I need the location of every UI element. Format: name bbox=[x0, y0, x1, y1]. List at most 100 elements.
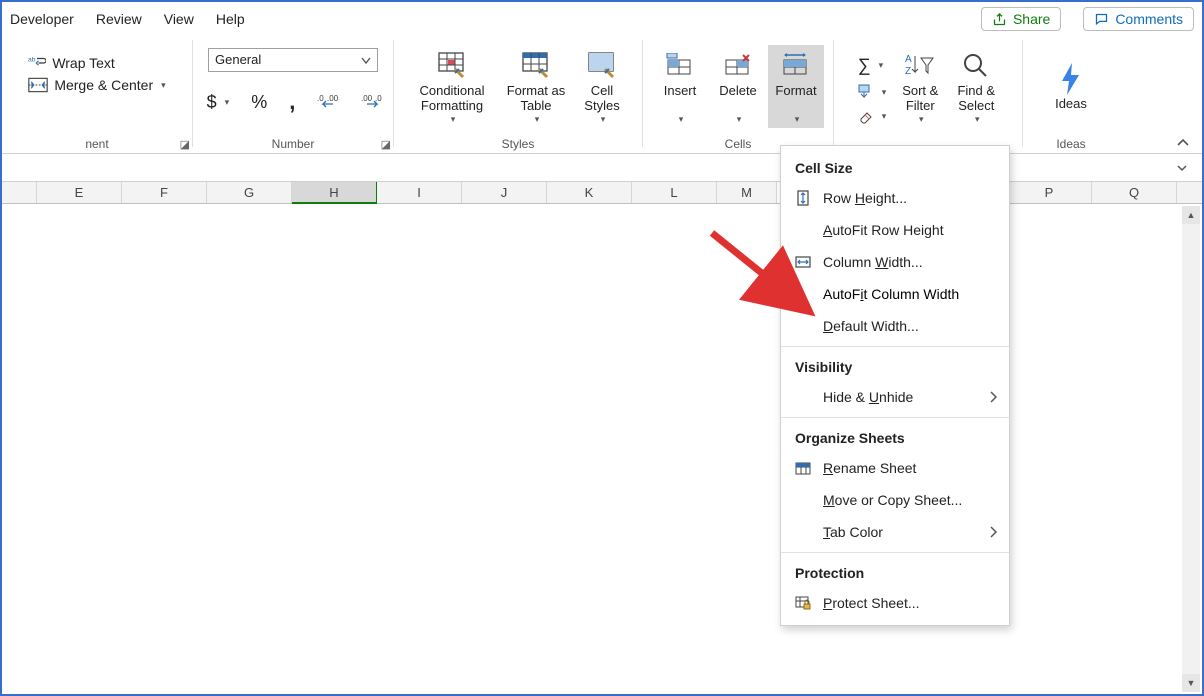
increase-decimal-button[interactable]: .0.00 bbox=[311, 90, 345, 114]
col-header[interactable]: J bbox=[462, 182, 547, 203]
sort-filter-label: Sort & Filter bbox=[896, 83, 944, 114]
col-header-selected[interactable]: H bbox=[292, 182, 377, 204]
merge-center-button[interactable]: Merge & Center ▾ bbox=[22, 74, 171, 96]
fill-button[interactable]: ▾ bbox=[852, 81, 893, 103]
group-ideas: Ideas Ideas bbox=[1023, 34, 1119, 153]
menu-move-copy-sheet[interactable]: Move or Copy Sheet... bbox=[781, 484, 1009, 516]
cell-styles-button[interactable]: Cell Styles ▾ bbox=[574, 45, 630, 129]
chevron-down-icon: ▾ bbox=[535, 114, 540, 125]
scroll-up-button[interactable]: ▲ bbox=[1182, 206, 1200, 224]
lightning-icon bbox=[1059, 62, 1083, 96]
group-editing: ∑▾ ▾ ▾ AZ Sort & Filter ▾ Find & Select … bbox=[834, 34, 1022, 153]
format-dropdown-menu: Cell Size Row Height... AutoFit Row Heig… bbox=[780, 145, 1010, 626]
sort-filter-icon: AZ bbox=[905, 49, 935, 83]
chevron-down-icon: ▾ bbox=[679, 114, 684, 125]
tab-help[interactable]: Help bbox=[216, 7, 245, 31]
wrap-text-icon: ab bbox=[28, 55, 46, 71]
col-header[interactable]: G bbox=[207, 182, 292, 203]
menu-label: Protect Sheet... bbox=[823, 595, 920, 611]
chevron-down-icon: ▾ bbox=[882, 87, 887, 98]
menu-protect-sheet[interactable]: Protect Sheet... bbox=[781, 587, 1009, 619]
share-button[interactable]: Share bbox=[981, 7, 1061, 31]
menu-label: Move or Copy Sheet... bbox=[823, 492, 962, 508]
autosum-button[interactable]: ∑▾ bbox=[852, 52, 893, 79]
cell-styles-label: Cell Styles bbox=[578, 83, 626, 114]
ribbon-body: ab Wrap Text Merge & Center ▾ nent ◪ Gen… bbox=[2, 34, 1202, 154]
col-header[interactable]: M bbox=[717, 182, 777, 203]
ideas-button[interactable]: Ideas bbox=[1043, 58, 1099, 116]
scroll-down-button[interactable]: ▼ bbox=[1182, 674, 1200, 692]
chevron-down-icon bbox=[1176, 163, 1188, 173]
find-select-label: Find & Select bbox=[952, 83, 1000, 114]
col-header[interactable]: P bbox=[1007, 182, 1092, 203]
svg-text:.00: .00 bbox=[361, 94, 373, 103]
menu-section-protection: Protection bbox=[781, 557, 1009, 587]
alignment-dialog-launcher[interactable]: ◪ bbox=[180, 138, 190, 151]
menu-label: Tab Color bbox=[823, 524, 883, 540]
conditional-formatting-button[interactable]: Conditional Formatting ▾ bbox=[406, 45, 498, 129]
column-headers: E F G H I J K L M P Q bbox=[2, 182, 1202, 204]
insert-cells-button[interactable]: Insert▾ bbox=[652, 45, 708, 129]
vertical-scrollbar[interactable]: ▲ ▼ bbox=[1182, 206, 1200, 692]
format-as-table-label: Format as Table bbox=[504, 83, 568, 114]
group-number: General $▾ % , .0.00 .00.0 Number ◪ bbox=[193, 34, 393, 153]
chevron-down-icon: ▾ bbox=[225, 97, 230, 108]
col-header[interactable]: K bbox=[547, 182, 632, 203]
sort-filter-button[interactable]: AZ Sort & Filter ▾ bbox=[892, 45, 948, 129]
tab-view[interactable]: View bbox=[164, 7, 194, 31]
worksheet-grid[interactable] bbox=[2, 206, 1202, 694]
col-header-blank[interactable] bbox=[2, 182, 37, 203]
col-header[interactable]: I bbox=[377, 182, 462, 203]
col-header[interactable]: L bbox=[632, 182, 717, 203]
group-label: Cells bbox=[725, 135, 752, 151]
formula-bar-expand[interactable] bbox=[1176, 163, 1188, 173]
menu-label: Column Width... bbox=[823, 254, 923, 270]
column-width-icon bbox=[795, 254, 813, 270]
menu-label: Row Height... bbox=[823, 190, 907, 206]
protect-sheet-icon bbox=[795, 595, 813, 611]
col-header[interactable]: Q bbox=[1092, 182, 1177, 203]
number-dialog-launcher[interactable]: ◪ bbox=[381, 138, 391, 151]
tab-developer[interactable]: Developer bbox=[10, 7, 74, 31]
comment-icon bbox=[1094, 12, 1109, 27]
format-cells-button[interactable]: Format▾ bbox=[768, 45, 824, 129]
menu-row-height[interactable]: Row Height... bbox=[781, 182, 1009, 214]
menu-autofit-column-width[interactable]: AutoFit Column Width bbox=[781, 278, 1009, 310]
find-select-icon bbox=[962, 49, 990, 83]
col-header[interactable]: E bbox=[37, 182, 122, 203]
decrease-decimal-button[interactable]: .00.0 bbox=[355, 90, 389, 114]
clear-button[interactable]: ▾ bbox=[852, 105, 893, 127]
svg-text:.0: .0 bbox=[317, 94, 324, 103]
group-label: nent bbox=[85, 135, 108, 151]
svg-text:.00: .00 bbox=[327, 94, 339, 103]
tab-review[interactable]: Review bbox=[96, 7, 142, 31]
percent-format-button[interactable]: % bbox=[245, 89, 273, 116]
wrap-text-label: Wrap Text bbox=[52, 55, 115, 71]
comma-format-button[interactable]: , bbox=[283, 86, 301, 118]
delete-cells-button[interactable]: Delete▾ bbox=[710, 45, 766, 129]
ideas-label: Ideas bbox=[1055, 96, 1087, 112]
menu-column-width[interactable]: Column Width... bbox=[781, 246, 1009, 278]
comments-label: Comments bbox=[1115, 11, 1183, 27]
format-as-table-button[interactable]: Format as Table ▾ bbox=[500, 45, 572, 129]
find-select-button[interactable]: Find & Select ▾ bbox=[948, 45, 1004, 129]
wrap-text-button[interactable]: ab Wrap Text bbox=[22, 52, 121, 74]
menu-autofit-row-height[interactable]: AutoFit Row Height bbox=[781, 214, 1009, 246]
insert-cells-icon bbox=[665, 49, 695, 83]
row-height-icon bbox=[795, 190, 813, 206]
menu-default-width[interactable]: Default Width... bbox=[781, 310, 1009, 342]
comments-button[interactable]: Comments bbox=[1083, 7, 1194, 31]
menu-rename-sheet[interactable]: Rename Sheet bbox=[781, 452, 1009, 484]
rename-sheet-icon bbox=[795, 460, 813, 476]
chevron-down-icon: ▾ bbox=[882, 111, 887, 122]
menu-hide-unhide[interactable]: Hide & Unhide bbox=[781, 381, 1009, 413]
cell-styles-icon bbox=[587, 49, 617, 83]
number-format-dropdown[interactable]: General bbox=[208, 48, 378, 72]
format-cells-label: Format bbox=[775, 83, 816, 99]
accounting-format-button[interactable]: $▾ bbox=[201, 89, 236, 116]
chevron-down-icon bbox=[361, 57, 371, 65]
conditional-formatting-label: Conditional Formatting bbox=[410, 83, 494, 114]
menu-tab-color[interactable]: Tab Color bbox=[781, 516, 1009, 548]
collapse-ribbon-button[interactable] bbox=[1176, 137, 1190, 147]
col-header[interactable]: F bbox=[122, 182, 207, 203]
